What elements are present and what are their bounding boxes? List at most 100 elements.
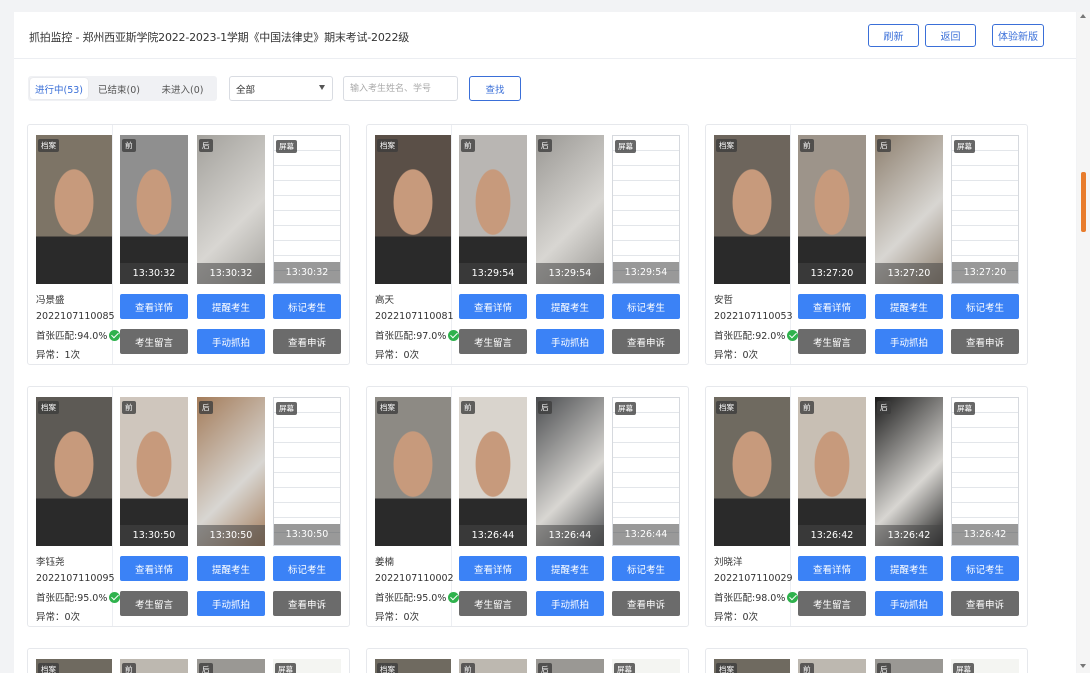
back-button[interactable]: 返回	[925, 24, 976, 47]
view-appeal-button[interactable]: 查看申诉	[951, 329, 1019, 354]
scroll-down-icon[interactable]	[1080, 664, 1086, 668]
view-details-button[interactable]: 查看详情	[798, 294, 866, 319]
archive-photo[interactable]: 档案	[375, 397, 451, 546]
partial-photo[interactable]: 屏幕	[612, 659, 680, 673]
student-message-button[interactable]: 考生留言	[459, 591, 527, 616]
remind-student-button[interactable]: 提醒考生	[197, 556, 265, 581]
check-circle-icon	[448, 329, 460, 341]
partial-photo[interactable]: 档案	[375, 659, 451, 673]
manual-capture-button[interactable]: 手动抓拍	[875, 591, 943, 616]
manual-capture-button[interactable]: 手动抓拍	[197, 329, 265, 354]
view-details-button[interactable]: 查看详情	[459, 294, 527, 319]
remind-student-button[interactable]: 提醒考生	[536, 556, 604, 581]
check-circle-icon	[448, 591, 460, 603]
archive-photo[interactable]: 档案	[375, 135, 451, 284]
new-version-button[interactable]: 体验新版	[992, 24, 1044, 47]
partial-photo-badge: 屏幕	[275, 663, 296, 673]
student-card: 档案 前 13:27:20 后 13:27:20 屏幕 13:27:20 安哲 20221071…	[705, 124, 1028, 365]
student-message-button[interactable]: 考生留言	[798, 591, 866, 616]
view-appeal-button[interactable]: 查看申诉	[612, 329, 680, 354]
manual-capture-button[interactable]: 手动抓拍	[197, 591, 265, 616]
partial-photo[interactable]: 前	[798, 659, 866, 673]
back-camera-photo[interactable]: 后 13:30:50	[197, 397, 265, 546]
remind-student-button[interactable]: 提醒考生	[197, 294, 265, 319]
front-camera-photo[interactable]: 前 13:29:54	[459, 135, 527, 284]
student-message-button[interactable]: 考生留言	[798, 329, 866, 354]
manual-capture-button[interactable]: 手动抓拍	[875, 329, 943, 354]
partial-photo[interactable]: 档案	[36, 659, 112, 673]
mark-student-button[interactable]: 标记考生	[612, 294, 680, 319]
partial-photo-badge: 屏幕	[614, 663, 635, 673]
archive-photo[interactable]: 档案	[36, 135, 112, 284]
view-appeal-button[interactable]: 查看申诉	[273, 329, 341, 354]
capture-time: 13:26:42	[875, 525, 943, 546]
view-appeal-button[interactable]: 查看申诉	[273, 591, 341, 616]
archive-photo[interactable]: 档案	[714, 135, 790, 284]
back-camera-photo[interactable]: 后 13:27:20	[875, 135, 943, 284]
student-message-button[interactable]: 考生留言	[459, 329, 527, 354]
screen-capture-photo[interactable]: 屏幕 13:29:54	[612, 135, 680, 284]
screen-capture-photo[interactable]: 屏幕 13:26:42	[951, 397, 1019, 546]
mark-student-button[interactable]: 标记考生	[612, 556, 680, 581]
manual-capture-button[interactable]: 手动抓拍	[536, 329, 604, 354]
partial-photo[interactable]: 后	[197, 659, 265, 673]
mark-student-button[interactable]: 标记考生	[951, 294, 1019, 319]
student-message-button[interactable]: 考生留言	[120, 329, 188, 354]
screen-capture-photo[interactable]: 屏幕 13:27:20	[951, 135, 1019, 284]
archive-photo[interactable]: 档案	[714, 397, 790, 546]
back-camera-photo[interactable]: 后 13:26:44	[536, 397, 604, 546]
tab-not-entered[interactable]: 未进入(0)	[150, 78, 215, 99]
back-camera-photo[interactable]: 后 13:29:54	[536, 135, 604, 284]
face-match-value: 首张匹配:98.0%	[714, 593, 786, 604]
view-appeal-button[interactable]: 查看申诉	[612, 591, 680, 616]
capture-time: 13:30:50	[120, 525, 188, 546]
view-details-button[interactable]: 查看详情	[120, 556, 188, 581]
view-details-button[interactable]: 查看详情	[798, 556, 866, 581]
front-camera-photo[interactable]: 前 13:27:20	[798, 135, 866, 284]
mark-student-button[interactable]: 标记考生	[273, 556, 341, 581]
scroll-up-icon[interactable]	[1080, 14, 1086, 18]
screen-capture-photo[interactable]: 屏幕 13:30:32	[273, 135, 341, 284]
screen-capture-photo[interactable]: 屏幕 13:26:44	[612, 397, 680, 546]
tab-in-progress[interactable]: 进行中(53)	[30, 78, 88, 99]
partial-photo-badge: 前	[800, 663, 814, 673]
front-camera-photo[interactable]: 前 13:30:50	[120, 397, 188, 546]
face-match-value: 首张匹配:94.0%	[36, 331, 108, 342]
back-camera-photo[interactable]: 后 13:30:32	[197, 135, 265, 284]
scrollbar-thumb[interactable]	[1081, 172, 1086, 232]
tab-finished[interactable]: 已结束(0)	[88, 78, 150, 99]
back-camera-photo[interactable]: 后 13:26:42	[875, 397, 943, 546]
front-camera-photo[interactable]: 前 13:30:32	[120, 135, 188, 284]
partial-photo[interactable]: 前	[459, 659, 527, 673]
search-input[interactable]	[343, 76, 458, 101]
front-camera-photo[interactable]: 前 13:26:42	[798, 397, 866, 546]
remind-student-button[interactable]: 提醒考生	[875, 294, 943, 319]
status-select[interactable]: 全部	[229, 76, 333, 101]
screen-capture-photo[interactable]: 屏幕 13:30:50	[273, 397, 341, 546]
check-circle-icon	[109, 329, 121, 341]
capture-time: 13:26:44	[536, 525, 604, 546]
partial-photo[interactable]: 后	[536, 659, 604, 673]
view-details-button[interactable]: 查看详情	[459, 556, 527, 581]
search-button[interactable]: 查找	[469, 76, 521, 101]
partial-photo[interactable]: 前	[120, 659, 188, 673]
mark-student-button[interactable]: 标记考生	[273, 294, 341, 319]
screen-capture-photo-badge: 屏幕	[615, 140, 636, 153]
student-message-button[interactable]: 考生留言	[120, 591, 188, 616]
view-appeal-button[interactable]: 查看申诉	[951, 591, 1019, 616]
archive-photo[interactable]: 档案	[36, 397, 112, 546]
vertical-scrollbar[interactable]	[1077, 12, 1090, 673]
partial-photo[interactable]: 后	[875, 659, 943, 673]
remind-student-button[interactable]: 提醒考生	[875, 556, 943, 581]
partial-photo[interactable]: 屏幕	[951, 659, 1019, 673]
screen-capture-photo-badge: 屏幕	[954, 402, 975, 415]
refresh-button[interactable]: 刷新	[868, 24, 919, 47]
view-details-button[interactable]: 查看详情	[120, 294, 188, 319]
remind-student-button[interactable]: 提醒考生	[536, 294, 604, 319]
front-camera-photo[interactable]: 前 13:26:44	[459, 397, 527, 546]
manual-capture-button[interactable]: 手动抓拍	[536, 591, 604, 616]
partial-photo[interactable]: 屏幕	[273, 659, 341, 673]
student-name: 高天	[375, 295, 395, 306]
mark-student-button[interactable]: 标记考生	[951, 556, 1019, 581]
partial-photo[interactable]: 档案	[714, 659, 790, 673]
